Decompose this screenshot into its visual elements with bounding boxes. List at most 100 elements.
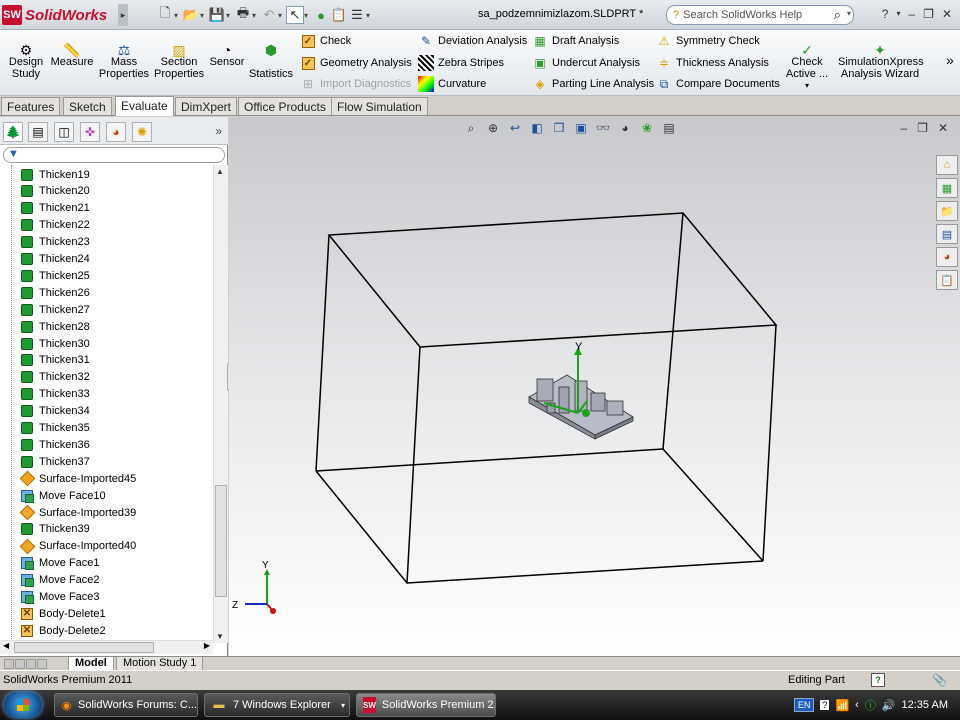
symmetry-check-button[interactable]: ⚠ Symmetry Check xyxy=(656,33,760,49)
tab-first-icon[interactable] xyxy=(4,659,14,669)
feature-tree-item[interactable]: Surface-Imported45 xyxy=(19,470,136,487)
minimize-icon[interactable]: – xyxy=(908,7,915,21)
feature-tree-item[interactable]: Thicken25 xyxy=(20,267,90,284)
undo-icon[interactable]: ↶ xyxy=(260,6,278,24)
feature-tree-item[interactable]: Thicken36 xyxy=(20,436,90,453)
select-dropdown-icon[interactable]: ▾ xyxy=(304,11,312,20)
tab-features[interactable]: Features xyxy=(1,97,61,115)
print-icon[interactable]: 🖶 xyxy=(234,5,252,24)
help-dropdown-icon[interactable]: ▾ xyxy=(896,9,900,21)
tab-office-products[interactable]: Office Products xyxy=(238,97,332,115)
configurationmanager-tab-icon[interactable]: ◫ xyxy=(54,122,74,142)
taskbar-button-explorer[interactable]: ▬ 7 Windows Explorer ▾ xyxy=(204,693,350,717)
options-icon[interactable]: ☰ xyxy=(348,6,366,24)
tab-sketch[interactable]: Sketch xyxy=(63,97,112,115)
save-dropdown-icon[interactable]: ▾ xyxy=(226,11,234,20)
taskbar-button-firefox[interactable]: ◉ SolidWorks Forums: C... xyxy=(54,693,198,717)
feature-tree-item[interactable]: Thicken21 xyxy=(20,200,90,217)
help-search-box[interactable]: ? Search SolidWorks Help ⌕ ▾ xyxy=(666,5,854,25)
search-icon[interactable]: ⌕ xyxy=(834,7,841,23)
clock[interactable]: 12:35 AM xyxy=(902,699,948,711)
feature-tree-item[interactable]: Thicken26 xyxy=(20,284,90,301)
tab-last-icon[interactable] xyxy=(37,659,47,669)
ribbon-more-icon[interactable]: » xyxy=(946,52,954,68)
tree-vertical-scrollbar[interactable]: ▲ ▼ xyxy=(213,165,228,643)
file-properties-icon[interactable]: 📋 xyxy=(330,6,348,24)
check-active-dropdown-icon[interactable]: ▾ xyxy=(782,80,832,92)
simulationxpress-button[interactable]: ✦ SimulationXpress Analysis Wizard xyxy=(838,34,924,80)
show-hidden-icons-icon[interactable]: ‹ xyxy=(855,699,859,711)
tab-prev-icon[interactable] xyxy=(15,659,25,669)
tab-evaluate[interactable]: Evaluate xyxy=(115,96,174,116)
select-arrow-icon[interactable]: ↖ xyxy=(286,6,304,24)
close-icon[interactable]: ✕ xyxy=(942,7,952,21)
tree-horizontal-scrollbar[interactable]: ◀ ▶ xyxy=(0,640,213,654)
propertymanager-tab-icon[interactable]: ▤ xyxy=(28,122,48,142)
curvature-button[interactable]: Curvature xyxy=(418,76,486,92)
displaymanager-tab-icon[interactable]: ◕ xyxy=(106,122,126,142)
compare-documents-button[interactable]: ⧉ Compare Documents xyxy=(656,76,780,92)
graphics-area[interactable]: ⌕ ⊕ ↩ ◧ ❒ ▣ 👓 ◕ ❀ ▤ – ❐ ✕ Y Y Z ⌂ ▦ 📁 ▤ … xyxy=(229,117,960,656)
tab-model[interactable]: Model xyxy=(68,657,114,671)
custom-properties-icon[interactable]: 📋 xyxy=(936,270,958,290)
print-dropdown-icon[interactable]: ▾ xyxy=(252,11,260,20)
scroll-right-arrow-icon[interactable]: ▶ xyxy=(204,641,210,650)
feature-tree-item[interactable]: Thicken27 xyxy=(20,301,90,318)
tab-next-icon[interactable] xyxy=(26,659,36,669)
network-icon[interactable]: 📶 xyxy=(835,699,849,712)
feature-tree-item[interactable]: Thicken35 xyxy=(20,420,90,437)
appearances-scenes-icon[interactable]: ◕ xyxy=(936,247,958,267)
deviation-analysis-button[interactable]: ✎ Deviation Analysis xyxy=(418,33,527,49)
search-dropdown-icon[interactable]: ▾ xyxy=(847,9,851,18)
undercut-analysis-button[interactable]: ▣ Undercut Analysis xyxy=(532,55,640,71)
menu-flyout-arrow-icon[interactable]: ▸ xyxy=(118,4,128,26)
restore-icon[interactable]: ❐ xyxy=(923,7,934,21)
design-library-icon[interactable]: ▦ xyxy=(936,178,958,198)
open-dropdown-icon[interactable]: ▾ xyxy=(200,11,208,20)
check-active-document-button[interactable]: ✓ Check Active ... ▾ xyxy=(782,34,832,92)
scroll-up-arrow-icon[interactable]: ▲ xyxy=(216,167,224,176)
tab-scroll-arrows[interactable] xyxy=(4,659,47,669)
feature-tree-item[interactable]: Thicken23 xyxy=(20,234,90,251)
tray-help-icon[interactable]: ? xyxy=(820,700,830,710)
import-diagnostics-button[interactable]: ⊞ Import Diagnostics xyxy=(300,76,411,92)
mass-properties-button[interactable]: ⚖ Mass Properties xyxy=(98,34,150,80)
feature-tree-item[interactable]: Move Face10 xyxy=(20,487,106,504)
feature-tree-item[interactable]: Thicken33 xyxy=(20,386,90,403)
feature-tree-item[interactable]: Thicken39 xyxy=(20,521,90,538)
flow-simulation-tab-icon[interactable]: ✺ xyxy=(132,122,152,142)
scroll-down-arrow-icon[interactable]: ▼ xyxy=(216,632,224,641)
feature-tree-item[interactable]: Thicken22 xyxy=(20,217,90,234)
tab-motion-study-1[interactable]: Motion Study 1 xyxy=(116,657,204,671)
tab-flow-simulation[interactable]: Flow Simulation xyxy=(331,97,428,115)
zebra-stripes-button[interactable]: Zebra Stripes xyxy=(418,55,504,71)
geometry-analysis-button[interactable]: ✓ Geometry Analysis xyxy=(300,55,412,71)
start-button[interactable] xyxy=(4,692,42,718)
tree-filter-input[interactable]: ▼ xyxy=(3,147,225,163)
scroll-thumb[interactable] xyxy=(215,485,227,597)
options-dropdown-icon[interactable]: ▾ xyxy=(366,11,374,20)
taskbar-button-solidworks[interactable]: SW SolidWorks Premium 2... xyxy=(356,693,496,717)
save-icon[interactable]: 💾 xyxy=(208,6,226,24)
feature-tree-item[interactable]: Surface-Imported40 xyxy=(19,538,136,555)
action-center-icon[interactable]: ⓘ xyxy=(865,697,876,713)
dimxpertmanager-tab-icon[interactable]: ✜ xyxy=(80,122,100,142)
feature-tree-item[interactable]: ✕ Body-Delete2 xyxy=(20,622,106,639)
statistics-button[interactable]: ⬢ Statistics xyxy=(249,34,293,80)
quick-tips-help-icon[interactable]: ? xyxy=(871,673,885,687)
feature-tree-item[interactable]: Thicken34 xyxy=(20,403,90,420)
h-scroll-thumb[interactable] xyxy=(14,642,154,653)
feature-tree-item[interactable]: Surface-Imported39 xyxy=(19,504,136,521)
sensor-button[interactable]: ◔ Sensor xyxy=(208,34,246,68)
paperclip-icon[interactable]: 📎 xyxy=(932,673,947,687)
feature-tree-item[interactable]: Thicken37 xyxy=(20,453,90,470)
feature-tree-item[interactable]: Thicken24 xyxy=(20,251,90,268)
volume-icon[interactable]: 🔊 xyxy=(882,699,896,712)
feature-tree-item[interactable]: Move Face2 xyxy=(20,572,100,589)
measure-button[interactable]: 📏 Measure xyxy=(50,34,94,68)
scroll-left-arrow-icon[interactable]: ◀ xyxy=(3,641,9,650)
feature-tree-item[interactable]: Move Face1 xyxy=(20,555,100,572)
undo-dropdown-icon[interactable]: ▾ xyxy=(278,11,286,20)
feature-tree-item[interactable]: Thicken19 xyxy=(20,166,90,183)
draft-analysis-button[interactable]: ▦ Draft Analysis xyxy=(532,33,619,49)
